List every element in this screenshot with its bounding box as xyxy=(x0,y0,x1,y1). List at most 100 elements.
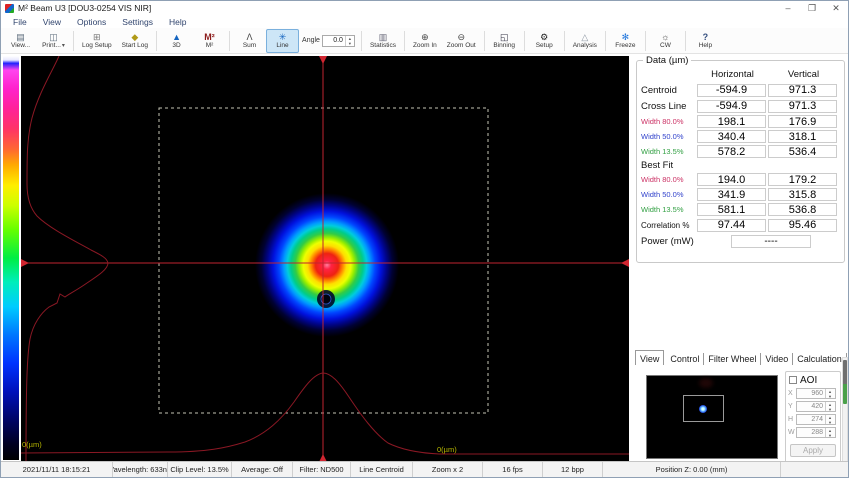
bf-width80-horizontal-value: 194.0 xyxy=(697,173,766,186)
sum-icon: Λ xyxy=(247,32,253,42)
aoi-w-value: 288 xyxy=(797,428,825,437)
zoom-in-icon: ⊕ xyxy=(421,32,429,42)
beam-display[interactable]: 0(µm) 0(µm) xyxy=(21,56,629,462)
toolbar-button-binning[interactable]: ◱ Binning xyxy=(488,29,521,53)
toolbar-button-3d[interactable]: ▲ 3D xyxy=(160,29,193,53)
title-bar: M² Beam U3 [DOU3-0254 VIS NIR] – ❐ ✕ xyxy=(1,1,848,15)
maximize-button[interactable]: ❐ xyxy=(800,1,824,15)
aoi-field-y: Y 420 ▴▾ xyxy=(788,400,838,413)
bf-width50-horizontal-value: 341.9 xyxy=(697,188,766,201)
toolbar-button-zoom-in[interactable]: ⊕ Zoom In xyxy=(408,29,442,53)
window-title: M² Beam U3 [DOU3-0254 VIS NIR] xyxy=(18,3,151,13)
menu-bar: File View Options Settings Help xyxy=(1,15,848,28)
angle-spinner[interactable]: 0.0 ▴ ▾ xyxy=(322,35,355,47)
status-zoom: Zoom x 2 xyxy=(413,462,483,477)
log-setup-icon: ⊞ xyxy=(93,32,101,42)
toolbar-button-freeze[interactable]: ✻ Freeze xyxy=(609,29,642,53)
angle-down-icon: ▾ xyxy=(346,41,354,46)
bf-width135-vertical-value: 536.8 xyxy=(768,203,837,216)
spin-down-icon: ▾ xyxy=(826,433,834,438)
toolbar-separator xyxy=(524,31,525,51)
menu-options[interactable]: Options xyxy=(69,17,114,27)
aoi-h-spinner[interactable]: 274 ▴▾ xyxy=(796,414,836,425)
status-average: Average: Off xyxy=(232,462,293,477)
width80-horizontal-value: 198.1 xyxy=(697,115,766,128)
status-fps: 16 fps xyxy=(483,462,543,477)
tab-view[interactable]: View xyxy=(635,350,664,365)
aoi-x-spinner[interactable]: 960 ▴▾ xyxy=(796,388,836,399)
cw-icon: ☼ xyxy=(661,32,669,42)
toolbar-button-start-log[interactable]: ◆ Start Log xyxy=(117,29,153,53)
level-slider-thumb[interactable] xyxy=(843,360,847,404)
toolbar-button-sum[interactable]: Λ Sum xyxy=(233,29,266,53)
minimize-button[interactable]: – xyxy=(776,1,800,15)
side-tab-strip: View Control Filter Wheel Video Calculat… xyxy=(635,348,848,365)
toolbar-button-setup[interactable]: ⚙ Setup xyxy=(528,29,561,53)
crosshair-right-marker xyxy=(621,259,629,267)
table-row: Width 80.0% 198.1 176.9 xyxy=(639,114,842,129)
width50-horizontal-value: 340.4 xyxy=(697,130,766,143)
status-line-centroid: Line Centroid xyxy=(351,462,413,477)
aoi-h-value: 274 xyxy=(797,415,825,424)
bf-width80-vertical-value: 179.2 xyxy=(768,173,837,186)
toolbar-button-print[interactable]: ◫ Print...▾ xyxy=(37,29,70,53)
beam-spot xyxy=(255,193,399,337)
aoi-y-spinner[interactable]: 420 ▴▾ xyxy=(796,401,836,412)
toolbar-button-view[interactable]: ▤ View... xyxy=(4,29,37,53)
freeze-icon: ✻ xyxy=(622,32,630,42)
app-icon xyxy=(5,4,14,13)
toolbar-button-cw[interactable]: ☼ CW xyxy=(649,29,682,53)
main-area: 0(µm) 0(µm) Data (µm) Horizontal Vertica… xyxy=(1,54,848,463)
table-row: Width 50.0% 341.9 315.8 xyxy=(639,187,842,202)
toolbar-button-log-setup[interactable]: ⊞ Log Setup xyxy=(77,29,117,53)
menu-view[interactable]: View xyxy=(35,17,69,27)
tab-video[interactable]: Video xyxy=(761,353,793,365)
camera-preview[interactable] xyxy=(646,375,778,459)
level-slider[interactable] xyxy=(842,357,848,478)
toolbar-button-line[interactable]: ✳ Line xyxy=(266,29,299,53)
angle-control: Angle 0.0 ▴ ▾ xyxy=(302,35,355,47)
centroid-horizontal-value: -594.9 xyxy=(697,84,766,97)
toolbar-button-help[interactable]: ? Help xyxy=(689,29,722,53)
power-value: ---- xyxy=(731,235,811,248)
status-filter: Filter: ND500 xyxy=(293,462,351,477)
close-button[interactable]: ✕ xyxy=(824,1,848,15)
spin-down-icon: ▾ xyxy=(826,420,834,425)
data-groupbox: Data (µm) Horizontal Vertical Centroid -… xyxy=(636,60,845,263)
tab-control[interactable]: Control xyxy=(666,353,704,365)
power-row: Power (mW) ---- xyxy=(639,233,842,250)
aoi-apply-button[interactable]: Apply xyxy=(790,444,836,457)
preview-artifact xyxy=(699,378,713,388)
toolbar-button-zoom-out[interactable]: ⊖ Zoom Out xyxy=(442,29,481,53)
line-icon: ✳ xyxy=(279,32,287,42)
print-dropdown-icon: ▾ xyxy=(62,43,65,49)
crosshair-left-marker xyxy=(21,259,29,267)
best-fit-subheader: Best Fit xyxy=(639,159,842,172)
toolbar-separator xyxy=(564,31,565,51)
aoi-checkbox[interactable] xyxy=(789,376,797,384)
binning-icon: ◱ xyxy=(500,32,509,42)
aoi-w-spinner[interactable]: 288 ▴▾ xyxy=(796,427,836,438)
aoi-field-h: H 274 ▴▾ xyxy=(788,413,838,426)
aoi-label: AOI xyxy=(800,375,817,386)
status-bar: 2021/11/11 18:15:21 Wavelength: 633nm Cl… xyxy=(1,461,848,477)
menu-help[interactable]: Help xyxy=(161,17,194,27)
preview-beam-dot xyxy=(699,405,707,413)
intensity-colorbar xyxy=(3,56,19,460)
toolbar-button-m2[interactable]: M² M² xyxy=(193,29,226,53)
v-axis-zero-label: 0(µm) xyxy=(22,440,42,449)
status-position-z: Position Z: 0.00 (mm) xyxy=(603,462,781,477)
beam-display-canvas: 0(µm) 0(µm) xyxy=(21,56,629,462)
tab-filter-wheel[interactable]: Filter Wheel xyxy=(704,353,761,365)
power-label: Power (mW) xyxy=(639,236,717,247)
toolbar-separator xyxy=(73,31,74,51)
toolbar-button-statistics[interactable]: ▥ Statistics xyxy=(365,29,401,53)
menu-settings[interactable]: Settings xyxy=(114,17,161,27)
toolbar-button-analysis[interactable]: △ Analysis xyxy=(568,29,602,53)
correlation-horizontal-value: 97.44 xyxy=(697,219,766,232)
analysis-icon: △ xyxy=(581,32,588,42)
view-icon: ▤ xyxy=(16,32,25,42)
menu-file[interactable]: File xyxy=(5,17,35,27)
tab-calculation[interactable]: Calculation xyxy=(793,353,847,365)
status-datetime: 2021/11/11 18:15:21 xyxy=(1,462,113,477)
